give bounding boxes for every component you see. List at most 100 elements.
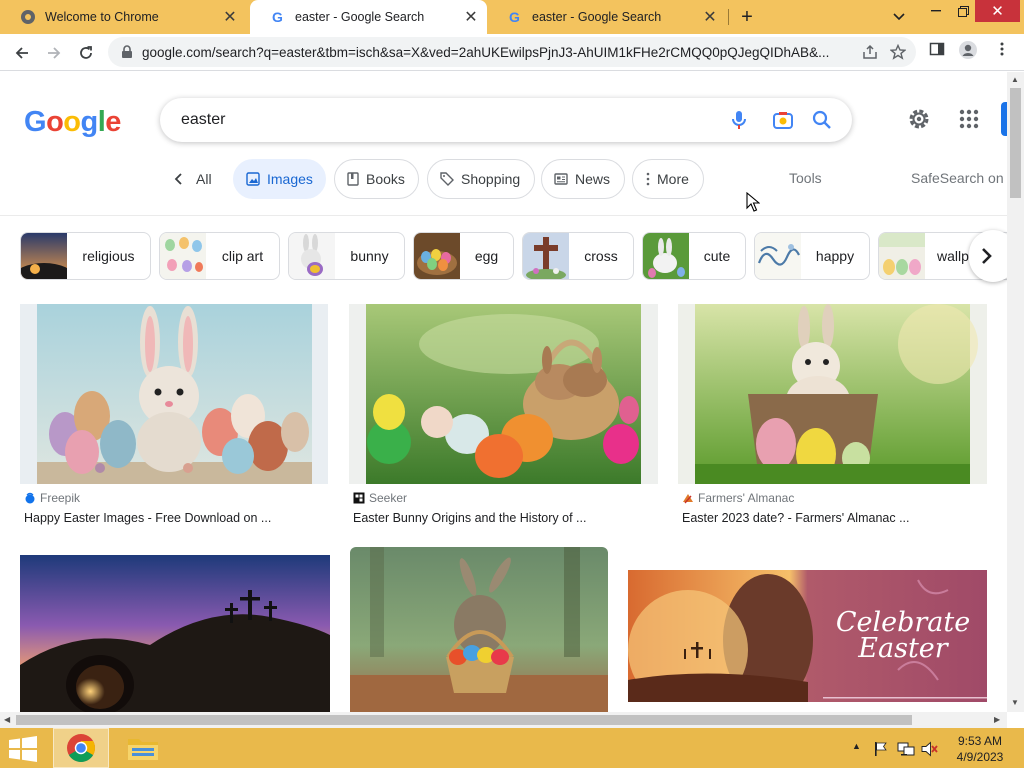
system-clock[interactable]: 9:53 AM 4/9/2023 xyxy=(948,733,1012,765)
search-box[interactable]: easter xyxy=(160,98,852,142)
scroll-left-arrow-icon[interactable]: ◀ xyxy=(4,715,10,724)
google-logo[interactable]: Google xyxy=(24,106,121,139)
tab-search-chevron-icon[interactable] xyxy=(888,6,910,28)
taskbar-file-explorer[interactable] xyxy=(115,728,171,768)
horizontal-scrollbar[interactable]: ◀ ▶ xyxy=(0,712,1007,728)
book-icon xyxy=(347,171,359,187)
tab-easter-search[interactable]: G easter - Google Search ✕ xyxy=(487,0,726,34)
forward-arrow-icon xyxy=(48,47,61,59)
url-text[interactable]: google.com/search?q=easter&tbm=isch&sa=X… xyxy=(142,45,842,60)
tab-title: easter - Google Search xyxy=(295,10,425,24)
new-tab-button[interactable]: + xyxy=(735,5,759,29)
chrome-icon xyxy=(67,734,95,762)
result-title-3[interactable]: Easter 2023 date? - Farmers' Almanac ... xyxy=(682,511,910,525)
result-image-4[interactable] xyxy=(20,555,330,712)
reload-icon xyxy=(80,46,92,59)
logo-letter: G xyxy=(24,106,47,138)
tab-news-label: News xyxy=(575,171,611,187)
search-input[interactable]: easter xyxy=(181,111,852,129)
result-image-5[interactable] xyxy=(350,547,608,712)
related-chip-bunny[interactable]: bunny xyxy=(288,232,405,280)
result-source-1[interactable]: Freepik xyxy=(24,491,80,505)
vertical-scroll-thumb[interactable] xyxy=(1010,88,1021,198)
reload-button[interactable] xyxy=(72,39,100,67)
related-chip-clip-art[interactable]: clip art xyxy=(159,232,280,280)
tab-strip: Welcome to Chrome ✕ G easter - Google Se… xyxy=(0,0,1024,34)
kebab-menu-icon[interactable] xyxy=(996,41,1008,57)
related-chip-religious[interactable]: religious xyxy=(20,232,151,280)
safesearch-toggle[interactable]: SafeSearch on xyxy=(911,170,1004,186)
profile-avatar-icon[interactable] xyxy=(958,40,978,60)
tab-more[interactable]: More xyxy=(632,159,704,199)
scroll-down-arrow-icon[interactable]: ▼ xyxy=(1011,698,1019,707)
scroll-right-arrow-icon[interactable]: ▶ xyxy=(994,715,1000,724)
related-chip-egg[interactable]: egg xyxy=(413,232,514,280)
overlay-line: Easter xyxy=(858,633,948,664)
bookmark-star-icon[interactable] xyxy=(890,44,906,60)
chip-thumbnail xyxy=(160,233,206,279)
tab-easter-search-active[interactable]: G easter - Google Search ✕ xyxy=(250,0,487,34)
tools-button[interactable]: Tools xyxy=(789,170,822,186)
clock-time: 9:53 AM xyxy=(957,734,1003,748)
related-chip-happy[interactable]: happy xyxy=(754,232,870,280)
celebrate-easter-overlay: Celebrate Easter xyxy=(828,609,978,664)
result-image-1[interactable] xyxy=(20,304,328,484)
chip-thumbnail xyxy=(289,233,335,279)
tab-news[interactable]: News xyxy=(541,159,625,199)
result-source-3[interactable]: Farmers' Almanac xyxy=(682,491,794,505)
lock-icon[interactable] xyxy=(120,45,134,59)
side-panel-icon[interactable] xyxy=(929,41,945,57)
apps-grid-icon[interactable] xyxy=(958,108,980,130)
horizontal-scroll-thumb[interactable] xyxy=(16,715,912,725)
tab-more-label: More xyxy=(657,171,689,187)
forward-button[interactable] xyxy=(40,39,68,67)
result-title-2[interactable]: Easter Bunny Origins and the History of … xyxy=(353,511,586,525)
address-bar[interactable]: google.com/search?q=easter&tbm=isch&sa=X… xyxy=(108,37,916,67)
related-chip-cross[interactable]: cross xyxy=(522,232,634,280)
result-source-2[interactable]: Seeker xyxy=(353,491,407,505)
chevron-right-icon xyxy=(982,248,992,264)
google-g-icon: G xyxy=(272,9,283,25)
close-tab-icon[interactable]: ✕ xyxy=(461,7,481,27)
tab-title: easter - Google Search xyxy=(532,10,662,24)
network-icon[interactable] xyxy=(897,741,915,757)
close-tab-icon[interactable]: ✕ xyxy=(220,7,240,27)
tray-expand-chevron-icon[interactable]: ▲ xyxy=(852,741,861,751)
result-image-2[interactable] xyxy=(349,304,658,484)
action-center-flag-icon[interactable] xyxy=(873,741,889,757)
result-image-3[interactable] xyxy=(678,304,987,484)
mouse-cursor-icon xyxy=(746,192,760,212)
microphone-icon[interactable] xyxy=(727,108,751,132)
image-icon xyxy=(246,171,260,187)
search-icon[interactable] xyxy=(810,108,834,132)
tab-images[interactable]: Images xyxy=(233,159,326,199)
tab-books-label: Books xyxy=(366,171,405,187)
filter-divider xyxy=(0,215,1007,216)
tab-images-label: Images xyxy=(267,171,313,187)
volume-muted-icon[interactable] xyxy=(921,741,939,757)
result-title-1[interactable]: Happy Easter Images - Free Download on .… xyxy=(24,511,271,525)
camera-lens-icon[interactable] xyxy=(771,108,795,132)
tab-shopping[interactable]: Shopping xyxy=(427,159,535,199)
chip-thumbnail xyxy=(755,233,801,279)
tab-books[interactable]: Books xyxy=(334,159,419,199)
back-button[interactable] xyxy=(8,39,36,67)
related-chip-cute[interactable]: cute xyxy=(642,232,746,280)
tag-icon xyxy=(440,171,454,187)
scroll-up-arrow-icon[interactable]: ▲ xyxy=(1011,75,1019,84)
share-icon[interactable] xyxy=(862,44,878,60)
chip-label: clip art xyxy=(221,248,264,264)
vertical-scrollbar[interactable]: ▲ ▼ xyxy=(1007,72,1024,712)
tab-welcome[interactable]: Welcome to Chrome ✕ xyxy=(0,0,246,34)
tab-title: Welcome to Chrome xyxy=(45,10,159,24)
chips-next-button[interactable] xyxy=(969,230,1007,282)
gear-icon[interactable] xyxy=(907,107,931,131)
window-close-button[interactable]: ✕ xyxy=(975,0,1020,22)
tab-all-label: All xyxy=(196,171,212,187)
close-tab-icon[interactable]: ✕ xyxy=(700,7,720,27)
result-image-6[interactable]: Celebrate Easter xyxy=(628,570,987,702)
windows-start-icon[interactable] xyxy=(8,736,38,762)
taskbar-chrome[interactable] xyxy=(53,728,109,768)
tab-all[interactable]: All xyxy=(172,159,212,199)
logo-letter: g xyxy=(80,106,99,138)
